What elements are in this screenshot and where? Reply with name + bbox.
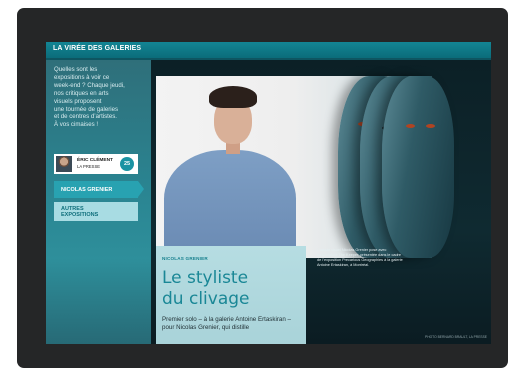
nav-item-autres-expositions[interactable]: AUTRES EXPOSITIONS bbox=[54, 202, 138, 221]
article-headline: Le styliste du clivage bbox=[162, 268, 302, 310]
section-title: LA VIRÉE DES GALERIES bbox=[53, 45, 142, 52]
intro-line: expositions à voir ce bbox=[54, 73, 110, 81]
tablet-frame: LA VIRÉE DES GALERIES Quelles sont les e… bbox=[17, 8, 508, 368]
intro-text: Quelles sont les expositions à voir ce w… bbox=[54, 66, 144, 129]
caption-line: Antoine Ertaskiran, à Montréal. bbox=[317, 263, 370, 267]
app-screen: LA VIRÉE DES GALERIES Quelles sont les e… bbox=[46, 42, 491, 344]
critic-org: LA PRESSE bbox=[77, 164, 101, 169]
nav-item-label: NICOLAS GRENIER bbox=[61, 187, 113, 193]
sculpture-mask bbox=[382, 76, 454, 258]
person-hair bbox=[209, 86, 257, 108]
nav-item-label-line: EXPOSITIONS bbox=[61, 212, 99, 218]
intro-line: week-end ? Chaque jeudi, bbox=[54, 81, 125, 89]
nav-item-nicolas-grenier[interactable]: NICOLAS GRENIER bbox=[54, 181, 144, 198]
hero-photo[interactable] bbox=[156, 76, 454, 265]
active-arrow-icon bbox=[138, 181, 144, 197]
intro-line: nos critiques en arts bbox=[54, 89, 109, 97]
count-badge: 25 bbox=[120, 157, 134, 171]
photo-caption: L’artiste visuel Nicolas Grenier pose av… bbox=[317, 248, 437, 268]
mask-eye bbox=[426, 124, 435, 128]
intro-line: À vos cimaises ! bbox=[54, 121, 99, 129]
intro-line: et de centres d’artistes. bbox=[54, 113, 117, 121]
critic-card[interactable]: ÉRIC CLÉMENT LA PRESSE 25 bbox=[54, 154, 138, 174]
headline-line: Le styliste bbox=[162, 268, 249, 288]
avatar bbox=[56, 156, 72, 172]
intro-line: Quelles sont les bbox=[54, 66, 98, 73]
mask-eye bbox=[406, 124, 415, 128]
intro-line: visuels proposent bbox=[54, 97, 102, 105]
hero-area: L’artiste visuel Nicolas Grenier pose av… bbox=[151, 60, 491, 344]
person-figure bbox=[164, 150, 296, 258]
nav-item-label: AUTRES EXPOSITIONS bbox=[61, 206, 98, 218]
sidebar: Quelles sont les expositions à voir ce w… bbox=[46, 60, 151, 344]
intro-line: une tournée de galeries bbox=[54, 105, 119, 113]
article-dek: Premier solo – à la galerie Antoine Erta… bbox=[162, 316, 291, 331]
headline-line: du clivage bbox=[162, 289, 250, 309]
article-card[interactable]: NICOLAS GRENIER Le styliste du clivage P… bbox=[156, 246, 306, 344]
critic-name: ÉRIC CLÉMENT bbox=[77, 158, 113, 163]
section-header: LA VIRÉE DES GALERIES bbox=[46, 42, 491, 58]
photo-credit: PHOTO BERNARD BRAULT, LA PRESSE bbox=[425, 335, 487, 339]
article-kicker: NICOLAS GRENIER bbox=[162, 256, 208, 261]
